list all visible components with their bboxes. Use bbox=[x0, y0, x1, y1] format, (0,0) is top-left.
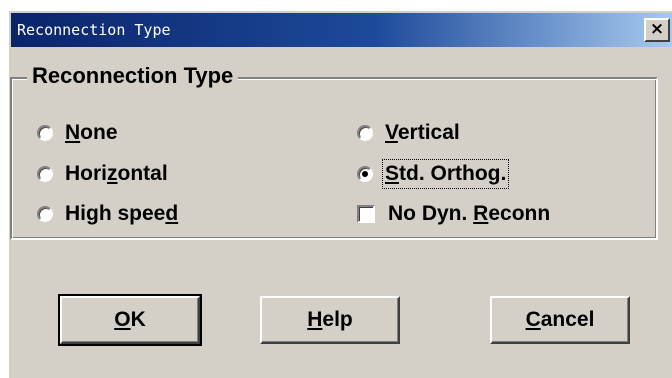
radio-none[interactable]: None bbox=[37, 118, 118, 148]
help-button[interactable]: Help bbox=[260, 296, 400, 344]
close-icon: × bbox=[649, 19, 665, 39]
radio-vertical-label: Vertical bbox=[385, 121, 460, 144]
radio-std-orthog-label: Std. Orthog. bbox=[381, 159, 510, 189]
window-title: Reconnection Type bbox=[17, 21, 171, 39]
checkbox-no-dyn-reconn-label: No Dyn. Reconn bbox=[388, 202, 551, 225]
group-legend: Reconnection Type bbox=[27, 63, 239, 89]
title-bar[interactable]: Reconnection Type × bbox=[11, 13, 672, 47]
radio-button-icon[interactable] bbox=[37, 125, 53, 141]
checkbox-icon[interactable] bbox=[357, 205, 375, 223]
radio-horizontal[interactable]: Horizontal bbox=[37, 159, 168, 189]
checkbox-no-dyn-reconn[interactable]: No Dyn. Reconn bbox=[357, 199, 550, 229]
radio-none-label: None bbox=[65, 121, 118, 144]
radio-button-selected-icon[interactable] bbox=[357, 166, 373, 182]
radio-high-speed[interactable]: High speed bbox=[37, 199, 178, 229]
radio-high-speed-label: High speed bbox=[65, 202, 179, 225]
cancel-button[interactable]: Cancel bbox=[490, 296, 630, 344]
radio-std-orthog[interactable]: Std. Orthog. bbox=[357, 159, 510, 189]
radio-button-icon[interactable] bbox=[37, 166, 53, 182]
help-button-label: Help bbox=[307, 308, 353, 331]
radio-button-icon[interactable] bbox=[37, 206, 53, 222]
radio-button-icon[interactable] bbox=[357, 125, 373, 141]
radio-horizontal-label: Horizontal bbox=[65, 162, 168, 185]
cancel-button-label: Cancel bbox=[525, 308, 595, 331]
ok-button-label: OK bbox=[114, 308, 146, 331]
radio-vertical[interactable]: Vertical bbox=[357, 118, 460, 148]
ok-button[interactable]: OK bbox=[58, 294, 202, 346]
close-button[interactable]: × bbox=[644, 18, 670, 42]
